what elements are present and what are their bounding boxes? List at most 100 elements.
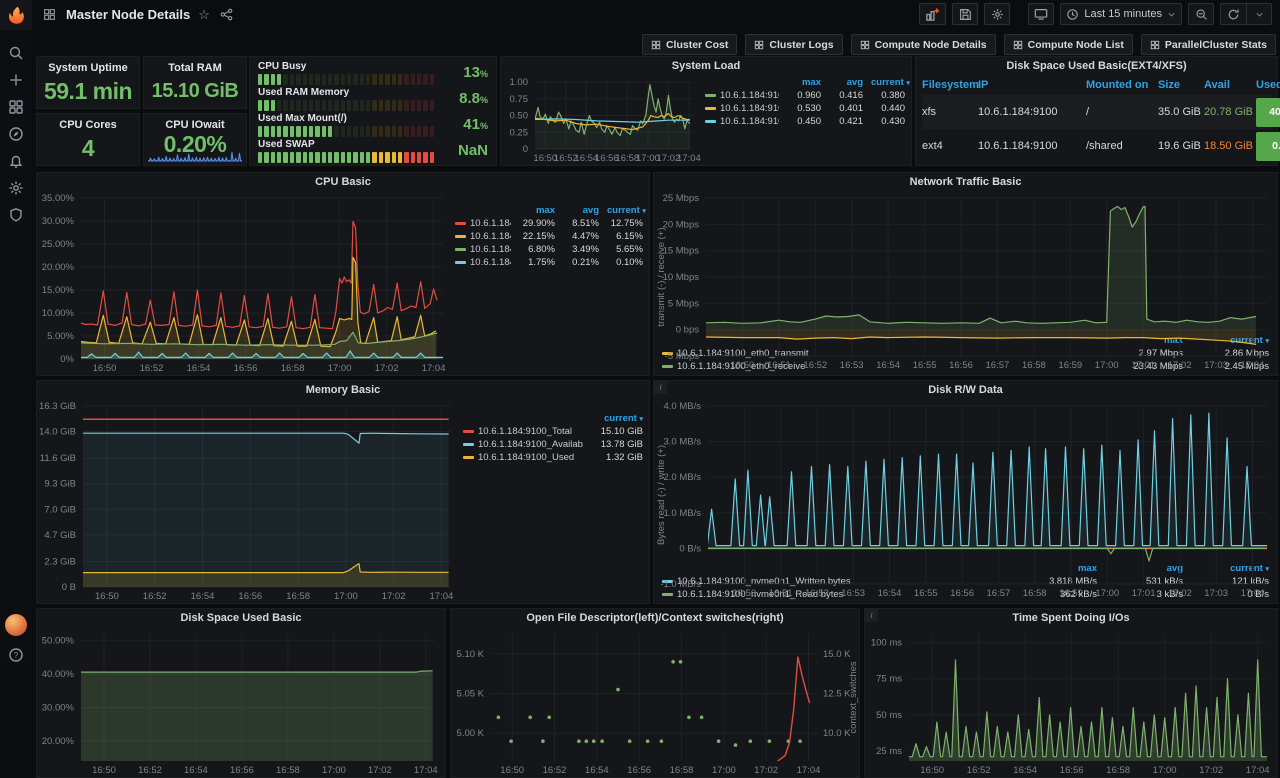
cpu-basic-chart[interactable]: 0%5.00%10.00%15.00%20.00%25.00%30.00%35.… xyxy=(37,191,453,375)
svg-text:17:04: 17:04 xyxy=(1246,765,1270,776)
svg-text:16:55: 16:55 xyxy=(913,360,937,371)
gauge-value: 8.8% xyxy=(442,88,488,111)
table-header[interactable]: Filesystem xyxy=(922,79,978,91)
dashboard-title[interactable]: Master Node Details xyxy=(66,7,190,22)
search-icon[interactable] xyxy=(7,44,25,62)
panel-info-icon[interactable]: i xyxy=(654,381,667,394)
legend-series[interactable]: 10.6.1.184:9100_5m xyxy=(705,103,779,114)
table-header[interactable]: Size xyxy=(1158,79,1204,91)
tv-mode-button[interactable] xyxy=(1028,3,1054,25)
svg-text:16:52: 16:52 xyxy=(803,360,827,371)
legend-series[interactable]: 10.6.1.184:9100_Iowait xyxy=(455,257,511,268)
dashboard-settings-button[interactable] xyxy=(984,3,1010,25)
table-header[interactable]: Mounted on xyxy=(1086,79,1158,91)
legend-column-max[interactable]: max xyxy=(519,205,555,216)
panel-disk-space-table: Disk Space Used Basic(EXT4/XFS) Filesyst… xyxy=(915,56,1278,166)
legend-column-current[interactable]: current ▾ xyxy=(607,205,643,216)
legend-series[interactable]: 10.6.1.184:9100_System xyxy=(455,244,511,255)
grafana-logo[interactable] xyxy=(0,0,32,30)
svg-text:17:04: 17:04 xyxy=(430,591,454,602)
panel-title[interactable]: CPU Basic xyxy=(37,173,649,191)
legend-column-avg[interactable]: avg xyxy=(829,77,863,88)
help-icon[interactable]: ? xyxy=(7,646,25,664)
refresh-button[interactable] xyxy=(1220,3,1246,25)
panel-title[interactable]: Open File Descriptor(left)/Context switc… xyxy=(451,609,859,627)
user-avatar[interactable] xyxy=(5,614,27,636)
legend-column-max[interactable]: max xyxy=(787,77,821,88)
share-icon[interactable] xyxy=(218,5,236,23)
link-cluster-cost[interactable]: Cluster Cost xyxy=(642,34,737,55)
link-compute-node-list[interactable]: Compute Node List xyxy=(1004,34,1133,55)
table-header[interactable]: IP xyxy=(978,79,1086,91)
legend-series[interactable]: 10.6.1.184:9100_Total xyxy=(455,218,511,229)
refresh-interval-dropdown[interactable] xyxy=(1246,3,1272,25)
table-row: ext4 10.6.1.184:9100 /shared 19.6 GiB 18… xyxy=(922,129,1271,163)
svg-text:16:50: 16:50 xyxy=(732,588,756,599)
link-compute-node-details[interactable]: Compute Node Details xyxy=(851,34,996,55)
disk-space-chart[interactable]: 20.00%30.00%40.00%50.00%16:5016:5216:541… xyxy=(37,627,445,777)
table-header[interactable]: Used xyxy=(1256,79,1280,91)
network-traffic-chart[interactable]: -5 Mbps0 bps5 Mbps10 Mbps15 Mbps20 Mbps2… xyxy=(654,191,1277,335)
legend-series[interactable]: 10.6.1.184:9100_1m xyxy=(705,90,779,101)
svg-text:17:02: 17:02 xyxy=(1199,765,1223,776)
panel-title[interactable]: Disk Space Used Basic(EXT4/XFS) xyxy=(916,57,1277,75)
svg-text:1.0 MB/s: 1.0 MB/s xyxy=(664,508,702,519)
star-icon[interactable]: ☆ xyxy=(198,8,210,21)
svg-text:16:58: 16:58 xyxy=(670,765,694,776)
sidebar: ? xyxy=(0,0,32,670)
dashboards-icon[interactable] xyxy=(7,98,25,116)
svg-text:transmit (-) / receive (+): transmit (-) / receive (+) xyxy=(656,228,667,327)
add-panel-button[interactable] xyxy=(919,3,946,25)
panel-info-icon[interactable]: i xyxy=(865,609,878,622)
legend-series[interactable]: 10.6.1.184:9100_Used xyxy=(463,452,583,463)
create-plus-icon[interactable] xyxy=(7,71,25,89)
io-time-chart[interactable]: 25 ms50 ms75 ms100 ms16:5016:5216:5416:5… xyxy=(865,627,1277,777)
svg-text:16:56: 16:56 xyxy=(1060,765,1084,776)
legend-series[interactable]: 10.6.1.184:9100_Total xyxy=(463,426,583,437)
panel-title[interactable]: Disk R/W Data xyxy=(654,381,1277,399)
stat-title: System Uptime xyxy=(37,62,139,74)
legend-column-current[interactable]: current ▾ xyxy=(591,413,643,424)
time-range-picker[interactable]: Last 15 minutes xyxy=(1060,3,1182,25)
svg-text:16:58: 16:58 xyxy=(1106,765,1130,776)
admin-shield-icon[interactable] xyxy=(7,206,25,224)
gauge-row: Used Max Mount(/)41% xyxy=(258,113,488,137)
panel-system-uptime: System Uptime 59.1 min xyxy=(36,56,140,109)
legend-column-avg[interactable]: avg xyxy=(563,205,599,216)
svg-text:16:50: 16:50 xyxy=(95,591,119,602)
panel-title[interactable]: Network Traffic Basic xyxy=(654,173,1277,191)
panel-title[interactable]: Time Spent Doing I/Os xyxy=(865,609,1277,627)
system-load-chart[interactable]: 00.250.500.751.0016:5016:5216:5416:5616:… xyxy=(501,75,703,165)
gauge-row: Used SWAPNaN xyxy=(258,139,488,163)
svg-text:4.7 GiB: 4.7 GiB xyxy=(44,530,76,541)
disk-rw-chart[interactable]: -1.0 MB/s0 B/s1.0 MB/s2.0 MB/s3.0 MB/s4.… xyxy=(654,399,1277,563)
svg-text:15.00%: 15.00% xyxy=(42,285,75,296)
legend-series[interactable]: 10.6.1.184:9100_Available xyxy=(463,439,583,450)
svg-text:30.00%: 30.00% xyxy=(42,703,75,714)
link-cluster-logs[interactable]: Cluster Logs xyxy=(745,34,842,55)
svg-text:-5 Mbps: -5 Mbps xyxy=(665,351,700,362)
alerting-bell-icon[interactable] xyxy=(7,152,25,170)
svg-text:16:50: 16:50 xyxy=(93,363,117,374)
svg-text:16:54: 16:54 xyxy=(878,588,902,599)
panel-title[interactable]: Memory Basic xyxy=(37,381,649,399)
panel-title[interactable]: System Load xyxy=(501,57,911,75)
panel-title[interactable]: Disk Space Used Basic xyxy=(37,609,445,627)
svg-text:5 Mbps: 5 Mbps xyxy=(668,298,699,309)
explore-compass-icon[interactable] xyxy=(7,125,25,143)
open-fd-chart[interactable]: 5.00 K5.05 K5.10 K10.0 K12.5 K15.0 K16:5… xyxy=(451,627,859,777)
svg-text:16:56: 16:56 xyxy=(949,360,973,371)
link-parallelcluster-stats[interactable]: ParallelCluster Stats xyxy=(1141,34,1276,55)
memory-basic-chart[interactable]: 0 B2.3 GiB4.7 GiB7.0 GiB9.3 GiB11.6 GiB1… xyxy=(37,399,461,603)
svg-text:Bytes read (-) / write (+): Bytes read (-) / write (+) xyxy=(656,445,667,545)
zoom-out-button[interactable] xyxy=(1188,3,1214,25)
stat-title: CPU Cores xyxy=(37,119,139,131)
table-header[interactable]: Avail xyxy=(1204,79,1256,91)
legend-column-current[interactable]: current ▾ xyxy=(871,77,905,88)
legend-series[interactable]: 10.6.1.184:9100_User xyxy=(455,231,511,242)
settings-gear-icon[interactable] xyxy=(7,179,25,197)
save-dashboard-button[interactable] xyxy=(952,3,978,25)
svg-text:17:00: 17:00 xyxy=(712,765,736,776)
legend-series[interactable]: 10.6.1.184:9100_15m xyxy=(705,116,779,127)
svg-text:17:00: 17:00 xyxy=(1095,360,1119,371)
